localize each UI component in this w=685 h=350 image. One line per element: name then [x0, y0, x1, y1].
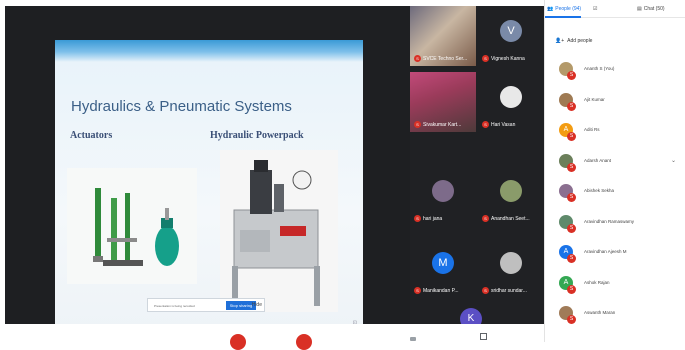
shared-slide: Hydraulics & Pneumatic Systems Actuators…: [55, 40, 363, 330]
participant-avatar: [500, 180, 522, 202]
person-name: Ashok Rajan: [584, 279, 610, 285]
participant-name-row: S Vignesh Kanna: [482, 55, 525, 62]
list-item[interactable]: A S Aditi Rs: [545, 119, 685, 150]
add-person-icon: 👤+: [555, 38, 565, 44]
presentation-stage: Hydraulics & Pneumatic Systems Actuators…: [5, 6, 410, 330]
chat-bubble-icon: ☑: [593, 6, 598, 12]
mic-muted-icon: S: [414, 287, 421, 294]
chevron-down-icon[interactable]: ⌄: [671, 157, 676, 164]
add-people-button[interactable]: 👤+ Add people: [555, 38, 592, 44]
people-panel: 👥 People (94) ☑ ▤ Chat (50) 👤+ Add peopl…: [544, 0, 685, 342]
list-item[interactable]: S Adarsh Anant ⌄: [545, 150, 685, 181]
participant-tile[interactable]: S Hari Vasan: [478, 72, 544, 132]
sharing-notification: Presentation is being recorded Stop shar…: [147, 298, 265, 312]
participant-avatar: V: [500, 20, 522, 42]
participant-name: Sivakumar Kart...: [423, 121, 462, 128]
participant-avatar: [432, 180, 454, 202]
tab-chat-label: Chat (50): [643, 6, 665, 12]
participant-avatar: [500, 86, 522, 108]
participant-tile[interactable]: K: [450, 306, 490, 324]
microphone-button[interactable]: [230, 334, 246, 350]
mic-muted-icon: S: [567, 193, 576, 202]
participant-tile[interactable]: S Anandhan Seet...: [478, 166, 544, 226]
mic-muted-icon: S: [567, 71, 576, 80]
list-item[interactable]: S Aravindhan Ramaswamy: [545, 211, 685, 242]
participant-name-row: Ssridhar sundar...: [482, 287, 527, 294]
participant-tile[interactable]: S SVCE Techno Ser...: [410, 6, 476, 66]
list-item[interactable]: S Abishek Sekha: [545, 180, 685, 211]
mic-muted-icon: S: [414, 121, 421, 128]
meeting-controls-bar: [0, 324, 544, 350]
participant-name: Hari Vasan: [491, 121, 516, 128]
participant-tile[interactable]: S Sivakumar Kart...: [410, 72, 476, 132]
add-people-label: Add people: [567, 38, 593, 44]
mic-muted-icon: S: [482, 55, 489, 62]
participant-name: Anandhan Seet...: [491, 215, 530, 222]
person-name: Aditi Rs: [584, 127, 600, 132]
powerpack-heading: Hydraulic Powerpack: [210, 130, 304, 141]
tab-people[interactable]: 👥 People (94): [547, 6, 581, 12]
mic-muted-icon: S: [482, 287, 489, 294]
participant-avatar: [500, 252, 522, 274]
participant-tile[interactable]: Ssridhar sundar...: [478, 238, 544, 298]
tab-chat-bubble[interactable]: ☑: [593, 6, 599, 12]
list-item[interactable]: A S Ashok Rajan: [545, 272, 685, 303]
hydraulic-powerpack-image: [220, 150, 338, 312]
participant-name-row: S Sivakumar Kart...: [414, 121, 461, 128]
participant-name: SVCE Techno Ser...: [423, 55, 468, 62]
notification-message: Presentation is being recorded: [154, 304, 195, 308]
mic-muted-icon: S: [567, 101, 576, 111]
person-name: Abishek Sekha: [584, 188, 615, 193]
mic-muted-icon: S: [567, 132, 576, 141]
person-name: Aravindhan Ramaswamy: [584, 218, 635, 224]
present-icon[interactable]: [480, 333, 487, 340]
mic-muted-icon: S: [567, 223, 576, 233]
list-item[interactable]: S Ajit Kumar: [545, 89, 685, 120]
participant-grid: S SVCE Techno Ser... V S Vignesh Kanna S Si…: [410, 6, 544, 324]
participant-name-row: S Hari Vasan: [482, 121, 515, 128]
participant-name: hari jana: [423, 215, 443, 222]
people-list: S Ananth S (You) S Ajit Kumar A S Aditi …: [545, 58, 685, 333]
mic-muted-icon: S: [567, 315, 576, 324]
mic-muted-icon: S: [414, 215, 421, 222]
list-item[interactable]: A S Aravindhan Ajeesh M: [545, 241, 685, 272]
list-item[interactable]: S Ananth S (You): [545, 58, 685, 89]
person-name: Aswanth Maran: [584, 310, 616, 315]
slide-title: Hydraulics & Pneumatic Systems: [71, 98, 292, 115]
person-name: Aravindhan Ajeesh M: [584, 249, 627, 254]
mic-muted-icon: S: [567, 162, 576, 172]
participant-name-row: Shari jana: [414, 215, 442, 222]
actuators-image: [67, 168, 197, 284]
mic-muted-icon: S: [482, 215, 489, 222]
person-name: Adarsh Anant: [584, 157, 612, 163]
participant-avatar: M: [432, 252, 454, 274]
participant-name: sridhar sundar...: [491, 287, 527, 294]
person-name: Ajit Kumar: [584, 96, 605, 102]
active-tab-indicator: [545, 16, 581, 18]
hide-notification-button[interactable]: Hide: [252, 302, 262, 308]
participant-tile[interactable]: V S Vignesh Kanna: [478, 6, 544, 66]
camera-button[interactable]: [296, 334, 312, 350]
mic-muted-icon: S: [414, 55, 421, 62]
participant-name-row: S Manikandan P...: [414, 287, 459, 294]
chat-icon: ▤: [637, 6, 642, 12]
participant-name: Vignesh Kanna: [491, 55, 525, 62]
mic-muted-icon: S: [567, 254, 576, 263]
tab-people-label: People (94): [555, 6, 582, 12]
captions-icon[interactable]: [410, 337, 416, 341]
participant-tile[interactable]: M S Manikandan P...: [410, 238, 476, 298]
participant-tile[interactable]: Shari jana: [410, 166, 476, 226]
tab-chat[interactable]: ▤ Chat (50): [637, 6, 665, 12]
panel-tabs: 👥 People (94) ☑ ▤ Chat (50): [545, 0, 685, 18]
participant-name-row: S SVCE Techno Ser...: [414, 55, 467, 62]
list-item[interactable]: S Aswanth Maran: [545, 302, 685, 333]
participant-avatar: K: [460, 308, 482, 324]
mic-muted-icon: S: [567, 284, 576, 294]
person-name: Ananth S (You): [584, 66, 615, 71]
participant-name: Manikandan P...: [423, 287, 459, 294]
mic-muted-icon: S: [482, 121, 489, 128]
people-icon: 👥: [547, 6, 554, 12]
actuators-heading: Actuators: [70, 130, 113, 141]
participant-name-row: S Anandhan Seet...: [482, 215, 530, 222]
